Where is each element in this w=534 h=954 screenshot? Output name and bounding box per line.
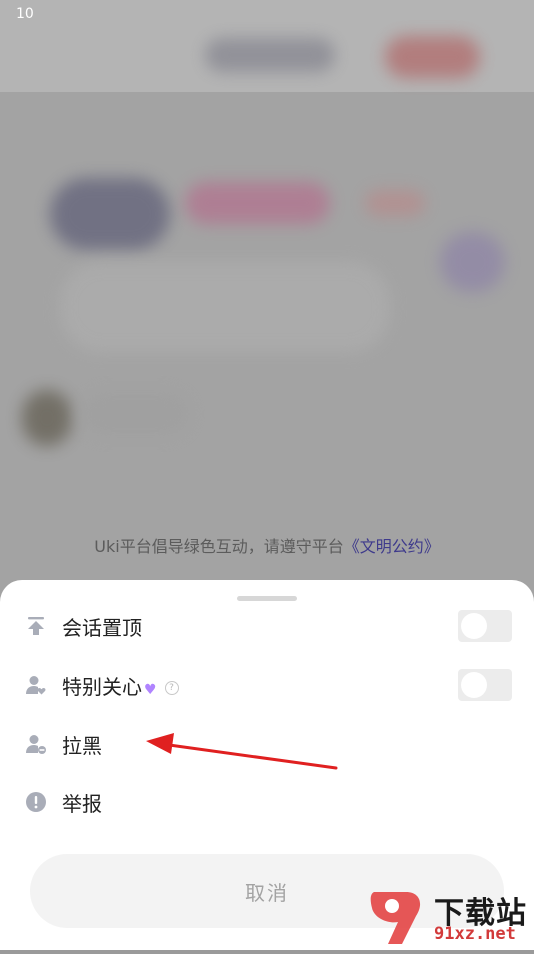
watermark-domain: 91xz.net bbox=[434, 924, 516, 944]
civility-notice: Uki平台倡导绿色互动，请遵守平台《文明公约》 bbox=[0, 533, 534, 557]
site-watermark: 下载站 91xz.net bbox=[362, 886, 534, 950]
help-question-icon[interactable]: ? bbox=[164, 681, 179, 695]
person-heart-icon bbox=[24, 673, 48, 697]
pin-top-icon bbox=[24, 614, 48, 638]
pin-chat-toggle[interactable] bbox=[458, 610, 512, 642]
menu-item-report[interactable]: 举报 bbox=[0, 774, 534, 830]
block-label: 拉黑 bbox=[62, 733, 102, 758]
blurred-avatar-2 bbox=[22, 390, 72, 446]
toggle-knob bbox=[461, 613, 487, 639]
special-care-label: 特别关心 ♥? bbox=[62, 671, 179, 700]
special-care-heart-icon: ♥ bbox=[144, 681, 157, 698]
blurred-avatar bbox=[50, 178, 170, 250]
blurred-title bbox=[205, 38, 335, 72]
blurred-bubble-2 bbox=[80, 392, 190, 436]
blurred-bubble bbox=[60, 262, 390, 352]
report-label: 举报 bbox=[62, 791, 102, 816]
blurred-name bbox=[185, 182, 330, 224]
menu-item-special-care[interactable]: 特别关心 ♥? bbox=[0, 657, 534, 713]
special-care-toggle[interactable] bbox=[458, 669, 512, 701]
civility-convention-link[interactable]: 《文明公约》 bbox=[344, 537, 440, 556]
pin-chat-label: 会话置顶 bbox=[62, 615, 142, 640]
blurred-action bbox=[385, 36, 480, 78]
blurred-badge bbox=[440, 232, 505, 292]
special-care-text: 特别关心 bbox=[62, 674, 142, 699]
blurred-tag bbox=[365, 190, 425, 216]
alert-circle-icon bbox=[24, 790, 48, 814]
watermark-logo-icon bbox=[370, 892, 421, 944]
person-block-icon bbox=[24, 732, 48, 756]
menu-item-block[interactable]: 拉黑 bbox=[0, 716, 534, 772]
menu-item-pin-chat[interactable]: 会话置顶 bbox=[0, 598, 534, 654]
notice-text: Uki平台倡导绿色互动，请遵守平台 bbox=[94, 537, 344, 556]
status-time: 10 bbox=[16, 6, 34, 22]
blurred-chat-background: 10 Uki平台倡导绿色互动，请遵守平台《文明公约》 bbox=[0, 0, 534, 600]
toggle-knob bbox=[461, 672, 487, 698]
